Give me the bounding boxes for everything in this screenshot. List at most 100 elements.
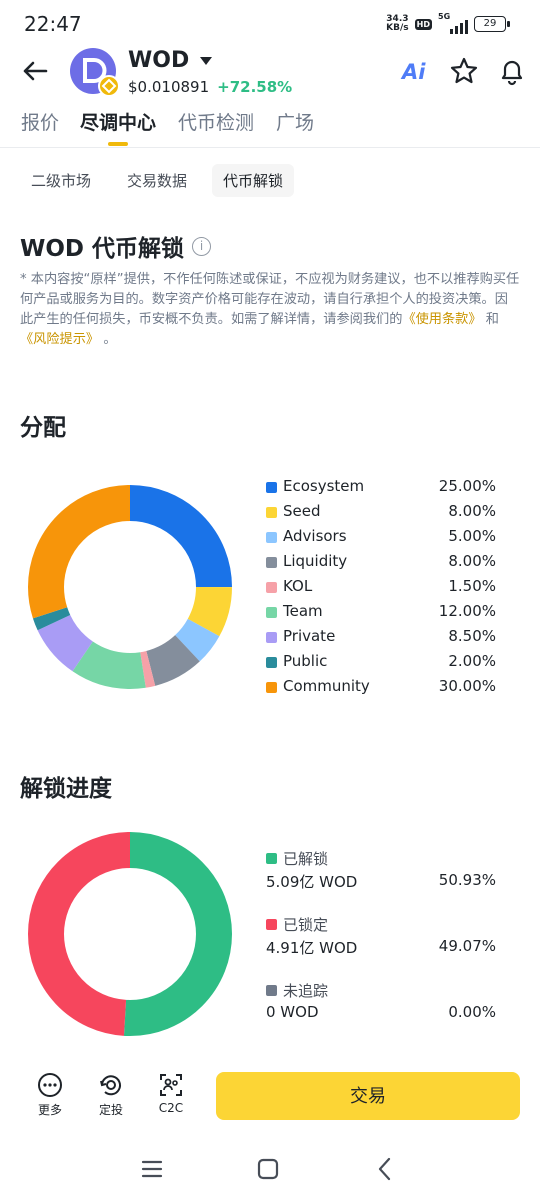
legend-row: Ecosystem 25.00% [266,475,496,500]
legend-value: 8.50% [448,627,496,645]
battery-icon: 29 [474,16,510,32]
legend-swatch [266,632,277,643]
status-indicators: 34.3 KB/s HD 5G 29 [386,12,510,34]
unlock-donut-chart [28,832,232,1036]
unlock-label: 已解锁 [283,850,329,868]
legend-swatch [266,985,277,996]
legend-value: 12.00% [438,602,496,620]
legend-row: KOL 1.50% [266,575,496,600]
legend-label: Community [283,677,370,695]
status-time: 22:47 [24,12,82,36]
hd-icon: HD [414,18,432,30]
legend-label: Seed [283,502,321,520]
network-type: 5G [438,12,451,21]
unlock-percent: 50.93% [438,871,496,889]
dca-button[interactable]: 定投 [89,1072,133,1118]
battery-level: 29 [483,18,497,29]
network-speed: 34.3 KB/s [386,15,408,33]
legend-label: KOL [283,577,313,595]
status-bar: 22:47 34.3 KB/s HD 5G 29 [0,0,540,50]
page-title-text: WOD 代币解锁 [20,236,185,262]
c2c-button[interactable]: C2C [149,1072,193,1115]
notification-bell-icon[interactable] [497,56,527,86]
legend-row: Private 8.50% [266,625,496,650]
legend-swatch [266,507,277,518]
legend-label: Public [283,652,328,670]
unlock-percent: 49.07% [438,937,496,955]
legend-swatch [266,532,277,543]
legend-value: 25.00% [438,477,496,495]
favorite-star-icon[interactable] [449,56,479,86]
legend-value: 30.00% [438,677,496,695]
allocation-title: 分配 [20,415,66,441]
menu-icon[interactable] [139,1156,165,1182]
bnb-chain-icon [98,75,120,97]
unlock-progress-title: 解锁进度 [20,776,112,802]
back-arrow-icon[interactable] [20,56,50,86]
network-speed-unit: KB/s [386,23,409,33]
system-nav-bar [0,1140,540,1200]
unlock-label: 已锁定 [283,916,329,934]
legend-label: Ecosystem [283,477,365,495]
legend-label: Team [283,602,323,620]
unlock-label: 未追踪 [283,982,329,1000]
page-title: WOD 代币解锁 i [20,229,212,263]
token-logo [70,48,120,97]
subtab-trading-data[interactable]: 交易数据 [116,164,198,197]
legend-swatch [266,919,277,930]
allocation-legend: Ecosystem 25.00% Seed 8.00% Advisors 5.00% … [266,475,496,700]
legend-row: Seed 8.00% [266,500,496,525]
token-symbol: WOD [128,48,190,73]
tab-quote[interactable]: 报价 [21,108,59,135]
trade-button[interactable]: 交易 [216,1072,520,1120]
legend-row: Community 30.00% [266,675,496,700]
legend-value: 8.00% [448,502,496,520]
legend-swatch [266,657,277,668]
legend-swatch [266,682,277,693]
disclaimer-end: 。 [103,332,117,347]
allocation-donut-chart [28,485,232,689]
token-selector[interactable]: WOD [128,48,213,73]
price-change: +72.58% [217,78,293,96]
unlock-item-locked: 已锁定 4.91亿 WOD 49.07% [266,914,496,980]
c2c-label: C2C [158,1101,184,1115]
c2c-icon [160,1074,182,1096]
legend-swatch [266,607,277,618]
token-header: WOD $0.010891 +72.58% Ai [0,44,540,100]
sub-tabs: 二级市场 交易数据 代币解锁 [20,164,295,197]
legend-row: Liquidity 8.00% [266,550,496,575]
legend-swatch [266,482,277,493]
signal-icon: 5G [438,12,468,34]
terms-link[interactable]: 《使用条款》 [402,312,481,327]
legend-value: 8.00% [448,552,496,570]
back-icon[interactable] [372,1156,398,1182]
active-tab-indicator [108,142,128,146]
legend-row: Public 2.00% [266,650,496,675]
legend-value: 5.00% [448,527,496,545]
more-button[interactable]: 更多 [28,1072,72,1118]
legend-swatch [266,853,277,864]
unlock-amount: 0 WOD [266,1003,319,1021]
ai-assistant-button[interactable]: Ai [402,60,425,84]
unlock-percent: 0.00% [448,1003,496,1021]
legend-label: Private [283,627,336,645]
recurring-buy-icon [100,1075,121,1096]
token-price: $0.010891 [128,78,210,96]
tab-due-diligence[interactable]: 尽调中心 [80,108,156,135]
legend-swatch [266,557,277,568]
legend-swatch [266,582,277,593]
tab-square[interactable]: 广场 [276,108,314,135]
main-tabs: 报价 尽调中心 代币检测 广场 [0,104,540,148]
bottom-action-bar: 更多 定投 C2C 交易 [0,1062,540,1134]
subtab-token-unlock[interactable]: 代币解锁 [212,164,295,197]
price-row: $0.010891 +72.58% [128,78,292,96]
legend-label: Liquidity [283,552,348,570]
risk-link[interactable]: 《风险提示》 [20,332,99,347]
home-icon[interactable] [255,1156,281,1182]
tab-token-check[interactable]: 代币检测 [178,108,254,135]
unlock-item-untracked: 未追踪 0 WOD 0.00% [266,980,496,1046]
disclaimer-and: 和 [485,312,499,327]
more-icon [38,1073,62,1097]
subtab-secondary-market[interactable]: 二级市场 [20,164,102,197]
info-icon[interactable]: i [192,236,212,256]
